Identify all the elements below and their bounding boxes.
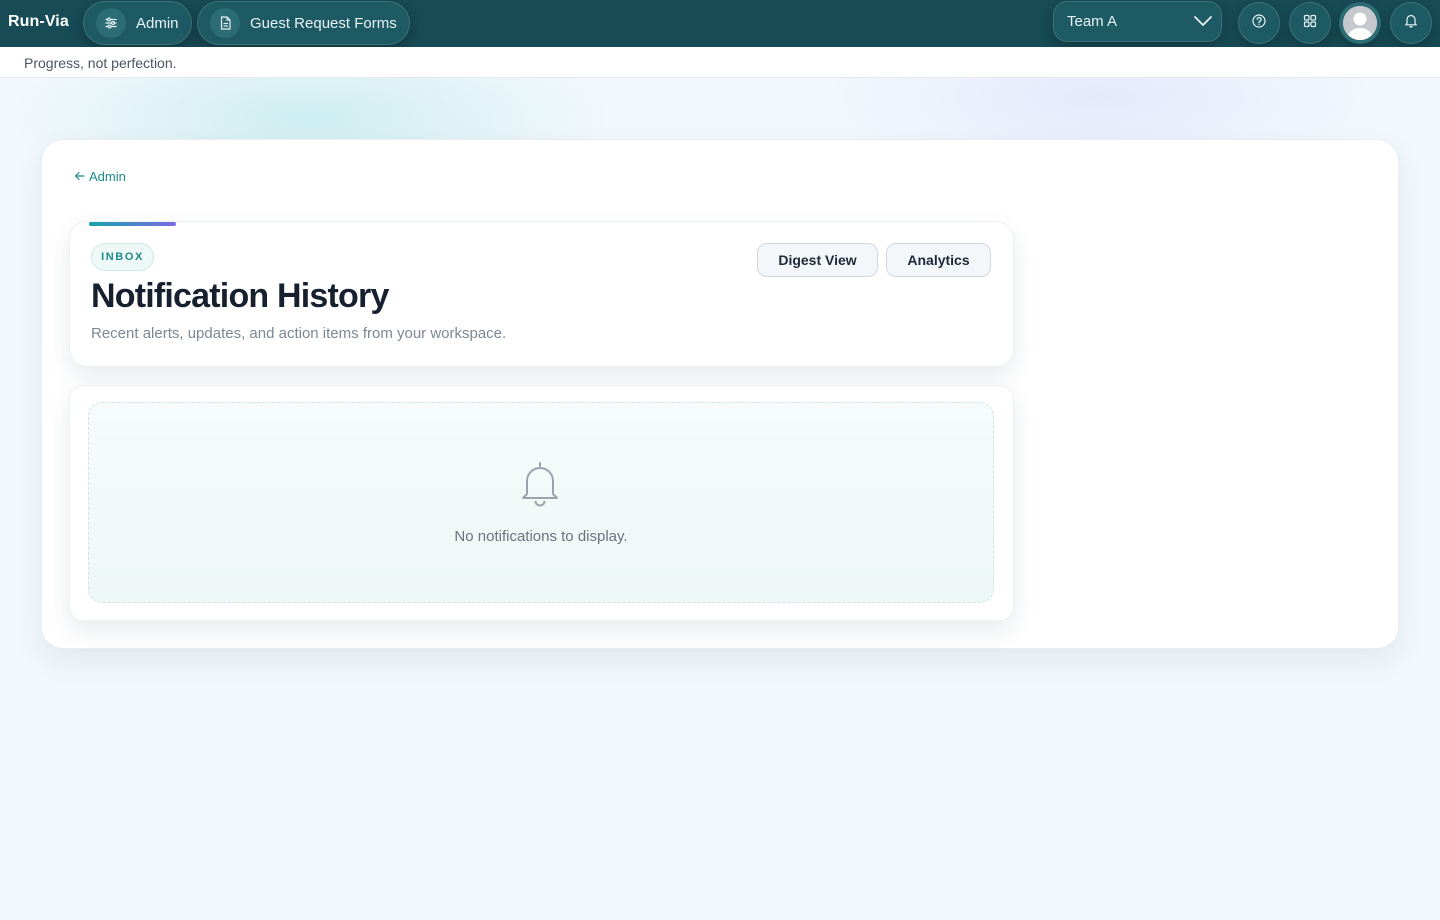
- arrow-left-icon: [74, 169, 85, 184]
- document-icon: [210, 8, 240, 38]
- inbox-badge: INBOX: [91, 243, 154, 271]
- team-select[interactable]: Team A: [1053, 1, 1222, 42]
- nav-admin-label: Admin: [136, 14, 179, 32]
- apps-button[interactable]: [1289, 2, 1331, 44]
- top-navbar: Run-Via Admin Guest Request Forms Team A: [0, 0, 1440, 47]
- help-icon: [1252, 13, 1266, 33]
- chevron-down-icon: [1193, 13, 1213, 33]
- nav-guest-request-forms-button[interactable]: Guest Request Forms: [197, 1, 410, 45]
- bell-icon: [1404, 13, 1418, 33]
- brand-logo[interactable]: Run-Via: [8, 13, 69, 31]
- nav-admin-button[interactable]: Admin: [83, 1, 192, 45]
- nav-forms-label: Guest Request Forms: [250, 14, 397, 32]
- page-subtitle: Recent alerts, updates, and action items…: [91, 325, 507, 342]
- page-title: Notification History: [91, 277, 389, 315]
- back-to-admin-link[interactable]: Admin: [74, 169, 126, 184]
- team-select-value: Team A: [1067, 13, 1118, 30]
- empty-state-message: No notifications to display.: [454, 528, 628, 545]
- accent-bar: [89, 222, 176, 226]
- digest-view-button[interactable]: Digest View: [757, 243, 878, 277]
- user-avatar-button[interactable]: [1339, 2, 1381, 44]
- avatar: [1343, 6, 1377, 40]
- help-button[interactable]: [1238, 2, 1280, 44]
- sliders-icon: [96, 8, 126, 38]
- analytics-button[interactable]: Analytics: [886, 243, 991, 277]
- tagline: Progress, not perfection.: [24, 55, 177, 71]
- back-link-label: Admin: [89, 169, 126, 184]
- bell-icon: [519, 461, 561, 512]
- notifications-button[interactable]: [1390, 2, 1432, 44]
- tagline-bar: Progress, not perfection.: [0, 47, 1440, 78]
- apps-grid-icon: [1303, 14, 1317, 33]
